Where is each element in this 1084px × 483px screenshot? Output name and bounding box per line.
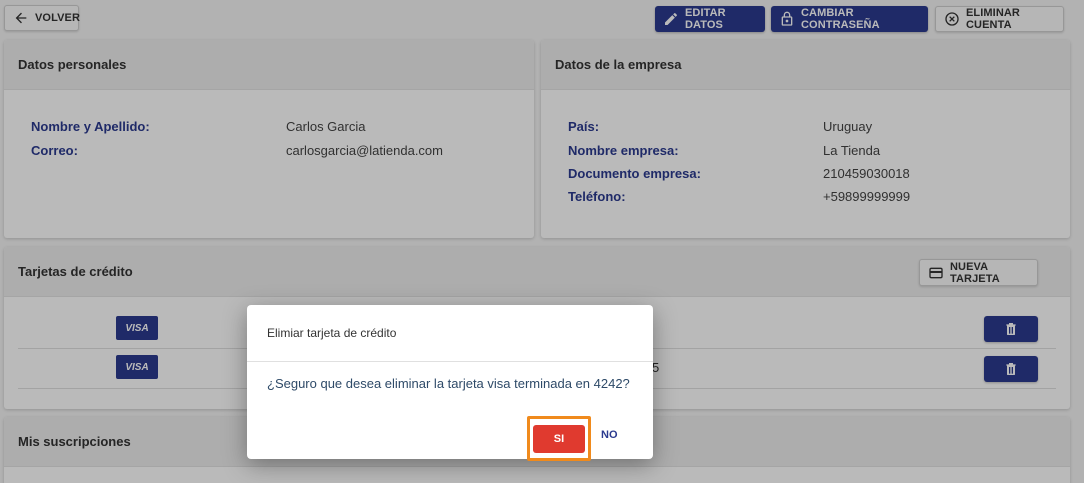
dialog-title: Elimiar tarjeta de crédito bbox=[267, 326, 397, 340]
dialog-divider bbox=[247, 361, 653, 362]
dialog-message: ¿Seguro que desea eliminar la tarjeta vi… bbox=[267, 376, 630, 391]
delete-card-dialog: Elimiar tarjeta de crédito ¿Seguro que d… bbox=[247, 305, 653, 461]
confirm-button[interactable]: SI bbox=[533, 425, 585, 453]
cancel-button[interactable]: NO bbox=[601, 429, 618, 441]
confirm-highlight: SI bbox=[527, 416, 591, 461]
